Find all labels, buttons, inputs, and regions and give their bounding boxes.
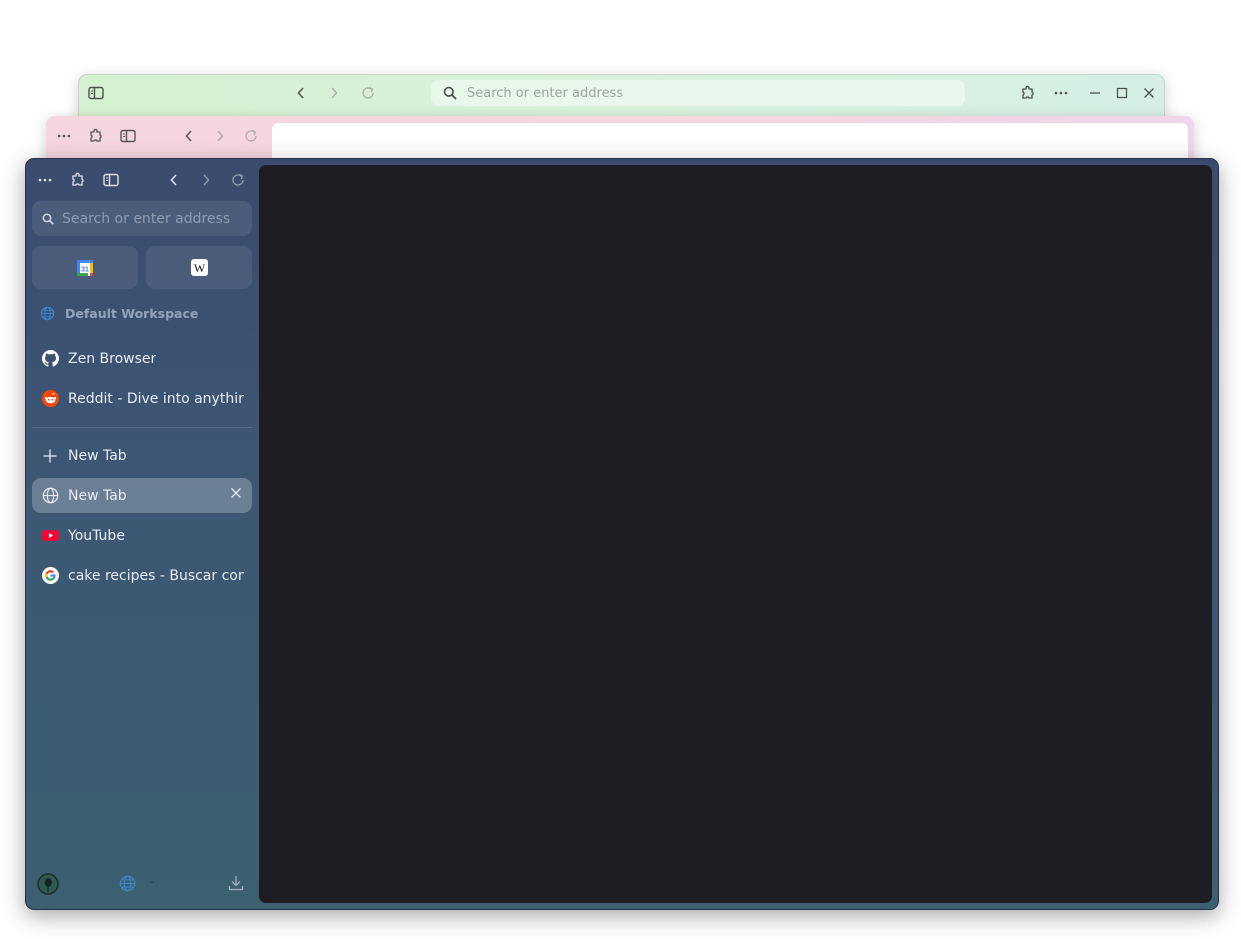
more-horizontal-icon[interactable]	[1049, 81, 1073, 105]
search-icon	[42, 213, 54, 225]
calendar-badge: 31	[81, 266, 89, 273]
sidebar-icon[interactable]	[98, 168, 124, 192]
globe-icon	[41, 487, 59, 505]
tabs-divider	[32, 427, 252, 428]
sidebar-icon[interactable]	[84, 81, 108, 105]
puzzle-icon[interactable]	[84, 124, 108, 148]
reload-icon[interactable]	[239, 124, 263, 148]
globe-icon	[40, 306, 55, 321]
plus-icon	[41, 447, 59, 465]
google-icon	[41, 567, 59, 585]
workspace-indicator[interactable]: -	[150, 875, 154, 888]
address-placeholder: Search or enter address	[62, 210, 231, 227]
more-horizontal-icon[interactable]	[52, 124, 76, 148]
sidebar-icon[interactable]	[116, 124, 140, 148]
pinned-tab-calendar[interactable]: 31	[32, 246, 138, 289]
chevron-right-icon[interactable]	[193, 168, 219, 192]
new-tab-label: New Tab	[68, 447, 127, 464]
globe-icon[interactable]	[119, 875, 136, 892]
sidebar-bottom-bar: -	[26, 859, 258, 909]
chevron-right-icon[interactable]	[322, 81, 346, 105]
tab-title: Reddit - Dive into anything	[68, 390, 244, 407]
tab-reddit[interactable]: Reddit - Dive into anything	[32, 381, 252, 416]
tab-title: New Tab	[68, 487, 127, 504]
avatar[interactable]	[37, 873, 59, 895]
tab-zen-browser[interactable]: Zen Browser	[32, 341, 252, 376]
tab-title: YouTube	[68, 527, 125, 544]
workspace-label: Default Workspace	[65, 306, 199, 321]
toolbar: Search or enter address	[79, 75, 1164, 111]
chevron-left-icon[interactable]	[289, 81, 313, 105]
chevron-left-icon[interactable]	[161, 168, 187, 192]
address-bar[interactable]: Search or enter address	[32, 201, 252, 236]
reddit-icon	[41, 390, 59, 408]
more-horizontal-icon[interactable]	[32, 168, 58, 192]
address-bar[interactable]: Search or enter address	[431, 80, 965, 106]
workspace-header[interactable]: Default Workspace	[40, 306, 198, 321]
tab-title: cake recipes - Buscar con Google	[68, 567, 244, 584]
calendar-icon: 31	[77, 259, 93, 276]
reload-icon[interactable]	[356, 81, 380, 105]
tab-google-search[interactable]: cake recipes - Buscar con Google	[32, 558, 252, 593]
chevron-left-icon[interactable]	[177, 124, 201, 148]
browser-window-main: Search or enter address 31 W Default Wor…	[25, 158, 1219, 910]
tab-youtube[interactable]: YouTube	[32, 518, 252, 553]
wikipedia-badge: W	[193, 261, 205, 275]
address-placeholder: Search or enter address	[467, 85, 624, 101]
sidebar: Search or enter address 31 W Default Wor…	[26, 159, 258, 909]
minimize-button[interactable]	[1083, 81, 1107, 105]
puzzle-icon[interactable]	[65, 168, 91, 192]
close-button[interactable]	[1137, 81, 1161, 105]
maximize-button[interactable]	[1110, 81, 1134, 105]
wikipedia-icon: W	[190, 259, 208, 276]
pinned-tab-wikipedia[interactable]: W	[146, 246, 252, 289]
web-content	[259, 165, 1212, 903]
tab-title: Zen Browser	[68, 350, 157, 367]
chevron-right-icon[interactable]	[208, 124, 232, 148]
close-tab-icon[interactable]	[230, 487, 242, 499]
new-tab-button[interactable]: New Tab	[32, 438, 252, 473]
search-icon	[443, 86, 457, 100]
puzzle-icon[interactable]	[1016, 81, 1040, 105]
reload-icon[interactable]	[225, 168, 251, 192]
youtube-icon	[41, 527, 59, 545]
tab-new-tab[interactable]: New Tab	[32, 478, 252, 513]
github-icon	[41, 350, 59, 368]
download-icon[interactable]	[228, 875, 244, 892]
